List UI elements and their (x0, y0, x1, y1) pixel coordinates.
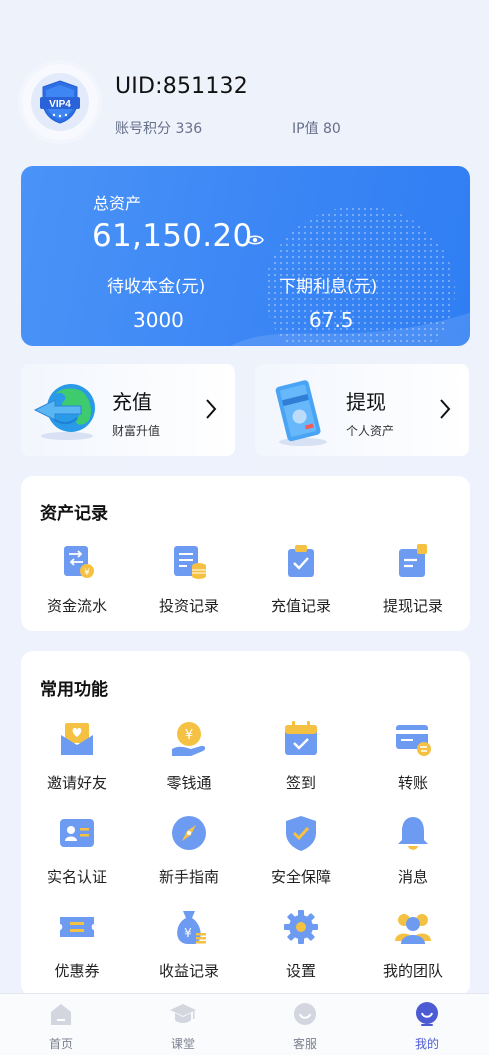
home-icon (51, 1004, 71, 1025)
asset-summary-card: 总资产 61,150.20 待收本金(元) 3000 下期利息(元) 67.5 (21, 166, 470, 346)
yuan-hand-icon: ¥ (172, 722, 206, 756)
chevron-right-icon (206, 399, 217, 419)
customer-service-icon (294, 1003, 316, 1025)
tab-customer-service[interactable]: 客服 (244, 1000, 366, 1052)
bank-card-icon (275, 380, 327, 446)
grid-item-fund-flow[interactable]: ¥ 资金流水 (21, 540, 133, 616)
invite-envelope-icon (61, 723, 93, 755)
total-assets-label: 总资产 (93, 194, 142, 213)
grid-item-transfer[interactable]: 转账 (357, 717, 469, 793)
total-assets-value: 61,150.20 (92, 218, 253, 254)
principal-value: 3000 (133, 308, 184, 332)
bell-icon (398, 817, 428, 850)
withdraw-subtitle: 个人资产 (346, 424, 395, 438)
grid-item-income-record[interactable]: ¥ 收益记录 (133, 905, 245, 981)
grid-item-withdraw-record[interactable]: 提现记录 (357, 540, 469, 616)
grid-item-coupon[interactable]: 优惠券 (21, 905, 133, 981)
svg-text:VIP4: VIP4 (49, 99, 71, 110)
svg-text:¥: ¥ (185, 728, 193, 743)
bottom-tab-bar: 首页 课堂 客服 我的 (0, 993, 489, 1055)
grid-item-invest-record[interactable]: 投资记录 (133, 540, 245, 616)
vip-shield-icon: VIP4 (40, 80, 80, 124)
asset-records-panel: 资产记录 ¥ 资金流水 投资记录 充值记录 提现记录 (21, 476, 470, 631)
svg-text:¥: ¥ (184, 926, 192, 940)
grid-item-my-team[interactable]: 我的团队 (357, 905, 469, 981)
uid-label: UID:851132 (115, 74, 248, 99)
recharge-title: 充值 (112, 390, 152, 414)
recharge-record-icon (288, 545, 314, 577)
eye-icon[interactable] (246, 234, 264, 246)
user-icon (416, 1002, 438, 1026)
coupon-icon (60, 917, 94, 937)
profile-header: VIP4 UID:851132 账号积分 336 IP值 80 (22, 64, 462, 144)
compass-icon (172, 816, 206, 850)
id-card-icon (60, 819, 94, 847)
recharge-subtitle: 财富升值 (112, 424, 161, 438)
transfer-card-icon (396, 725, 431, 756)
svg-text:¥: ¥ (84, 568, 90, 578)
grid-item-recharge-record[interactable]: 充值记录 (245, 540, 357, 616)
common-functions-panel: 常用功能 邀请好友 ¥ 零钱通 签到 转账 实名认证 新手指南 安全保障 消息 … (21, 651, 470, 996)
grid-item-guide[interactable]: 新手指南 (133, 811, 245, 887)
invest-record-icon (174, 546, 206, 579)
withdraw-record-icon (399, 544, 427, 577)
grid-item-messages[interactable]: 消息 (357, 811, 469, 887)
globe-arrow-icon (33, 384, 95, 440)
common-functions-title: 常用功能 (40, 680, 108, 700)
money-bag-icon: ¥ (177, 911, 206, 944)
withdraw-title: 提现 (346, 390, 386, 414)
ip-value: IP值 80 (292, 121, 341, 137)
grid-item-settings[interactable]: 设置 (245, 905, 357, 981)
account-score: 账号积分 336 (115, 121, 203, 137)
gear-icon (284, 910, 318, 944)
grid-item-invite-friends[interactable]: 邀请好友 (21, 717, 133, 793)
interest-value: 67.5 (309, 308, 354, 332)
withdraw-button[interactable]: 提现 个人资产 (255, 364, 469, 456)
grid-item-security[interactable]: 安全保障 (245, 811, 357, 887)
tab-home[interactable]: 首页 (0, 1000, 122, 1052)
principal-label: 待收本金(元) (107, 277, 206, 297)
team-icon (395, 914, 431, 944)
grid-item-check-in[interactable]: 签到 (245, 717, 357, 793)
avatar[interactable]: VIP4 (22, 64, 98, 140)
interest-label: 下期利息(元) (279, 277, 378, 297)
asset-records-title: 资产记录 (40, 504, 108, 524)
tab-mine[interactable]: 我的 (366, 1000, 488, 1052)
recharge-button[interactable]: 充值 财富升值 (21, 364, 235, 456)
chevron-right-icon (440, 399, 451, 419)
fund-flow-icon: ¥ (64, 546, 94, 578)
grid-item-real-name[interactable]: 实名认证 (21, 811, 133, 887)
tab-classroom[interactable]: 课堂 (122, 1000, 244, 1052)
grid-item-change-pocket[interactable]: ¥ 零钱通 (133, 717, 245, 793)
graduation-cap-icon (170, 1004, 196, 1023)
shield-check-icon (286, 816, 316, 851)
calendar-check-icon (285, 721, 317, 755)
